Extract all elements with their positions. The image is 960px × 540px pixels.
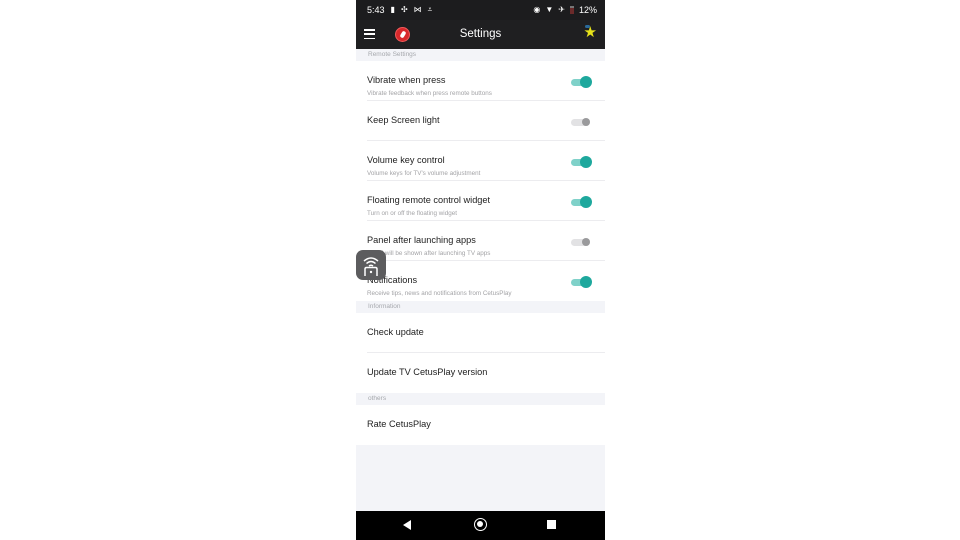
- setting-subtitle: Volume keys for TV's volume adjustment: [367, 170, 481, 177]
- back-icon[interactable]: [403, 520, 411, 530]
- bug-icon: ✣: [400, 5, 408, 14]
- setting-subtitle: Receive tips, news and notifications fro…: [367, 290, 512, 297]
- page-title: Settings: [459, 28, 502, 40]
- setting-subtitle: Turn on or off the floating widget: [367, 210, 457, 217]
- battery-icon: [569, 6, 574, 14]
- setting-update-tv-version[interactable]: Update TV CetusPlay version: [356, 353, 605, 393]
- setting-floating-widget[interactable]: Floating remote control widget Turn on o…: [356, 181, 605, 221]
- setting-title: Vibrate when press: [367, 75, 446, 85]
- navigation-bar: [356, 511, 605, 540]
- mail-icon: ⋈: [413, 5, 422, 14]
- setting-check-update[interactable]: Check update: [356, 313, 605, 353]
- setting-keep-screen-light[interactable]: Keep Screen light: [356, 101, 605, 141]
- battery-saver-icon: ▮: [390, 5, 395, 14]
- setting-panel-after-launch[interactable]: Panel after launching apps Panel will be…: [356, 221, 605, 261]
- app-bar: Settings ★: [356, 20, 605, 49]
- section-header-information: Information: [356, 301, 605, 313]
- star-icon[interactable]: ★: [584, 25, 597, 40]
- setting-title: Volume key control: [367, 155, 445, 165]
- setting-notifications[interactable]: Notifications Receive tips, news and not…: [356, 261, 605, 301]
- keep-screen-light-toggle[interactable]: [570, 116, 592, 128]
- setting-title: Check update: [367, 327, 424, 337]
- battery-percent: 12%: [578, 5, 597, 15]
- panel-after-launch-toggle[interactable]: [570, 236, 592, 248]
- status-time: 5:43: [367, 5, 385, 15]
- section-header-remote: Remote Settings: [356, 49, 605, 61]
- section-header-others: others: [356, 393, 605, 405]
- empty-area: [356, 445, 605, 509]
- remote-wifi-icon: [363, 257, 379, 276]
- setting-subtitle: Vibrate feedback when press remote butto…: [367, 90, 492, 97]
- airplane-icon: ✈: [558, 5, 565, 14]
- recents-icon[interactable]: [547, 520, 556, 529]
- vibrate-toggle[interactable]: [570, 76, 592, 88]
- setting-title: Rate CetusPlay: [367, 419, 431, 429]
- setting-title: Update TV CetusPlay version: [367, 367, 488, 377]
- home-icon[interactable]: [474, 518, 487, 531]
- floating-remote-widget[interactable]: [356, 250, 386, 280]
- setting-title: Floating remote control widget: [367, 195, 491, 205]
- setting-vibrate[interactable]: Vibrate when press Vibrate feedback when…: [356, 61, 605, 101]
- notifications-toggle[interactable]: [570, 276, 592, 288]
- setting-title: Keep Screen light: [367, 115, 440, 125]
- phone-screen: 5:43 ▮ ✣ ⋈ ⩡ ◉ ▼ ✈ 12% Settings ★ Remote…: [356, 0, 605, 540]
- setting-title: Panel after launching apps: [367, 235, 476, 245]
- wifi-icon: ▼: [545, 5, 554, 14]
- download-icon: ⩡: [427, 5, 433, 14]
- status-bar: 5:43 ▮ ✣ ⋈ ⩡ ◉ ▼ ✈ 12%: [356, 0, 605, 20]
- setting-rate-cetusplay[interactable]: Rate CetusPlay: [356, 405, 605, 445]
- floating-widget-toggle[interactable]: [570, 196, 592, 208]
- setting-volume-key[interactable]: Volume key control Volume keys for TV's …: [356, 141, 605, 181]
- vibrate-icon: ◉: [533, 5, 541, 14]
- settings-list: Remote Settings Vibrate when press Vibra…: [356, 49, 605, 509]
- volume-key-toggle[interactable]: [570, 156, 592, 168]
